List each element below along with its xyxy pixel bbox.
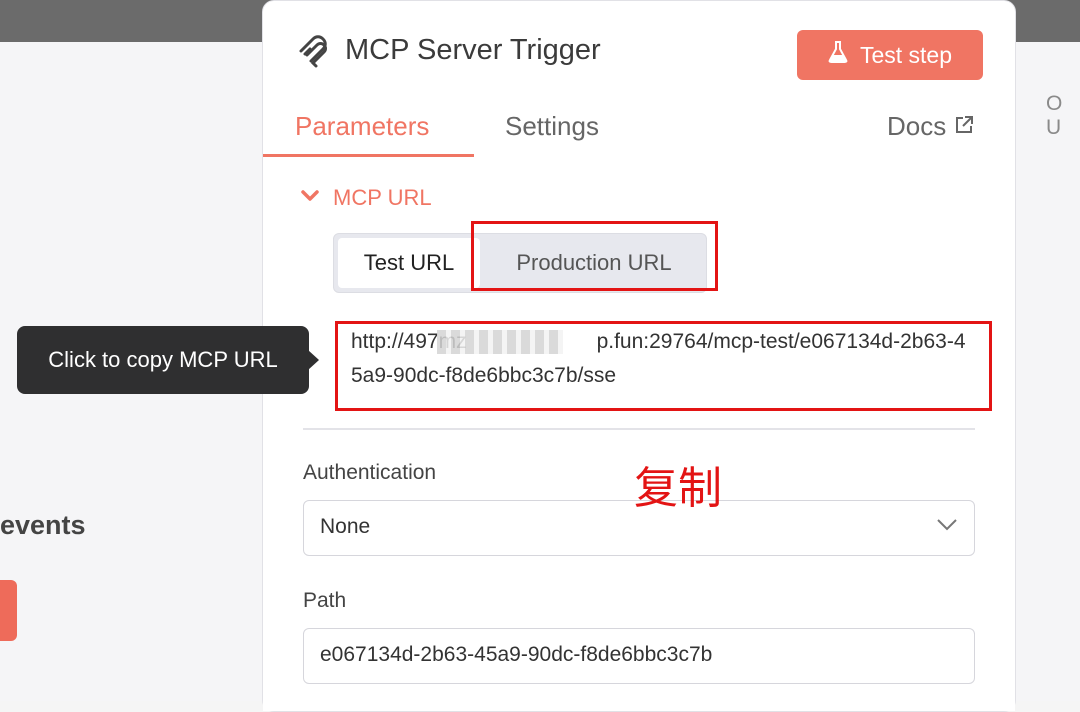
panel-tabs: Parameters Settings Docs xyxy=(263,101,1015,157)
tab-parameters[interactable]: Parameters xyxy=(295,111,429,142)
docs-link[interactable]: Docs xyxy=(887,111,974,142)
tab-settings[interactable]: Settings xyxy=(505,111,599,142)
test-url-option[interactable]: Test URL xyxy=(338,238,480,288)
external-link-icon xyxy=(954,111,974,142)
authentication-label: Authentication xyxy=(303,461,437,484)
copy-url-tooltip: Click to copy MCP URL xyxy=(17,326,309,394)
section-divider xyxy=(303,428,975,430)
background-events-text: events xyxy=(0,510,86,540)
chevron-down-icon xyxy=(936,518,958,537)
docs-label: Docs xyxy=(887,111,947,141)
path-input[interactable]: e067134d-2b63-45a9-90dc-f8de6bbc3c7b xyxy=(303,628,975,684)
mcp-url-section-toggle[interactable]: MCP URL xyxy=(301,185,432,211)
tooltip-arrow xyxy=(308,350,319,370)
test-step-button[interactable]: Test step xyxy=(797,30,983,80)
chevron-down-icon xyxy=(301,189,319,207)
path-value: e067134d-2b63-45a9-90dc-f8de6bbc3c7b xyxy=(320,643,713,666)
mcp-logo-icon xyxy=(297,35,329,71)
panel-header: MCP Server Trigger Test step Parameters … xyxy=(263,1,1015,157)
test-step-label: Test step xyxy=(859,41,953,68)
annotation-box-mcp-url xyxy=(335,321,992,411)
annotation-box-production-url xyxy=(471,221,718,291)
annotation-copy-text: 复制 xyxy=(634,463,722,514)
mcp-url-section-label: MCP URL xyxy=(333,185,432,210)
authentication-value: None xyxy=(320,515,371,538)
background-button[interactable] xyxy=(0,580,17,641)
flask-icon xyxy=(828,41,848,69)
path-label: Path xyxy=(303,589,347,612)
output-panel-label: O U xyxy=(1046,92,1065,139)
node-title: MCP Server Trigger xyxy=(345,34,601,66)
